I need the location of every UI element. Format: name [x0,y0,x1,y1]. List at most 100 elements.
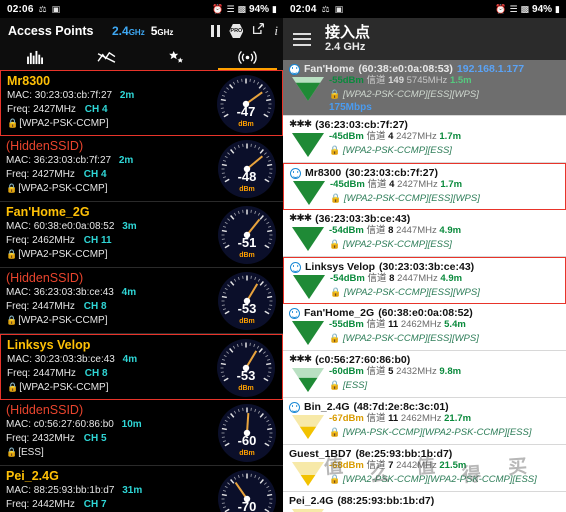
access-point-row[interactable]: Mr8300 (30:23:03:cb:7f:27) -45dBm 信道 4 2… [283,163,566,210]
ap-signal-dbm: -68dBm [329,460,364,471]
ap-metrics-line: -68dBm 信道 7 2442MHz 21.5m [329,460,537,473]
ap-header: Bin_2.4G (48:7d:2e:8c:3c:01) [289,400,562,414]
status-right-icons: ⏰ ☰ ▩ 94% ▮ [212,0,277,18]
tab-channel-graph[interactable] [142,44,213,70]
access-point-row[interactable]: ✱✱✱ (c0:56:27:60:86:b0) -60dBm 信道 5 2432… [283,351,566,398]
ap-bssid: (8e:25:93:bb:1b:d7) [355,448,453,460]
tab-access-points[interactable] [212,44,283,70]
access-point-row[interactable]: (HiddenSSID) MAC: 36:23:03:cb:7f:27 2m F… [0,136,283,202]
ap-security: [WPA2-PSK-CCMP] [18,315,108,326]
lock-icon: 🔒 [329,379,341,390]
image-icon: ▣ [51,3,61,14]
ap-channel: 8 [389,273,395,284]
access-point-list[interactable]: Mr8300 MAC: 30:23:03:cb:7f:27 2m Freq: 2… [0,70,283,512]
ap-channel: 4 [388,131,394,142]
ap-frequency: 2447MHz [396,225,437,236]
ap-distance: 10m [121,419,142,430]
access-point-row[interactable]: ✱✱✱ (36:23:03:3b:ce:43) -54dBm 信道 8 2447… [283,210,566,257]
access-point-row[interactable]: Mr8300 MAC: 30:23:03:cb:7f:27 2m Freq: 2… [0,70,283,136]
mac-label: MAC: [7,354,32,365]
access-point-row[interactable]: Fan'Home (60:38:e0:0a:08:53) 192.168.1.1… [283,60,566,116]
band-2-4ghz-button[interactable]: 2.4GHz [112,24,145,38]
ap-security-line: 🔒 [WPA2-PSK-CCMP][ESS] [329,144,461,158]
gauge-unit: dBm [239,252,255,259]
bluetooth-icon: ⚖ [321,3,330,14]
lock-icon: 🔒 [329,332,341,343]
access-point-row[interactable]: Fan'Home_2G MAC: 60:38:e0:0a:08:52 3m Fr… [0,202,283,268]
ap-channel: 11 [388,319,399,330]
access-point-row[interactable]: Bin_2.4G (48:7d:2e:8c:3c:01) -67dBm 信道 1… [283,398,566,445]
ap-mac: 88:25:93:bb:1b:d7 [33,485,115,496]
ap-signal-dbm: -60dBm [329,366,364,377]
page-title: Access Points [8,24,94,38]
mac-label: MAC: [6,221,31,232]
ap-frequency: 2447MHz [32,301,75,312]
signal-gauge: -48 dBm [218,140,276,198]
ap-details: -54dBm 信道 8 2447MHz 4.9m 🔒 [WPA2-PSK-CCM… [330,273,480,299]
ap-distance: 1.7m [439,131,462,142]
access-point-row[interactable]: Fan'Home_2G (60:38:e0:0a:08:52) -55dBm 信… [283,304,566,351]
access-point-row[interactable]: Pei_2.4G MAC: 88:25:93:bb:1b:d7 31m Freq… [0,466,283,512]
stars-icon: ✱✱✱ [289,213,312,224]
left-panel-wifi-analyzer-dark: 02:06 ⚖ ▣ ⏰ ☰ ▩ 94% ▮ Access Points 2.4G… [0,0,283,512]
smiley-icon [290,261,301,273]
tab-channel-rating[interactable] [0,44,71,70]
freq-label: Freq: [6,499,30,510]
ap-security-line: 🔒 [WPA2-PSK-CCMP][ESS][WPS] [330,286,480,300]
status-time: 02:06 [7,3,34,15]
freq-label: Freq: [6,301,30,312]
channel-label: 信道 [366,131,386,142]
ap-metrics-line: -67dBm 信道 11 2462MHz 21.7m [329,413,531,426]
lock-icon: 🔒 [6,183,18,193]
ap-bssid: (60:38:e0:0a:08:52) [378,307,473,319]
ap-header: Fan'Home (60:38:e0:0a:08:53) 192.168.1.1… [289,62,562,76]
ap-mac: c0:56:27:60:86:b0 [33,419,114,430]
ap-bssid: (30:23:03:cb:7f:27) [345,167,438,179]
ap-distance: 4m [122,354,138,365]
access-point-list[interactable]: Fan'Home (60:38:e0:0a:08:53) 192.168.1.1… [283,60,566,512]
gauge-unit: dBm [239,318,255,325]
ap-mac: 60:38:e0:0a:08:52 [33,221,115,232]
ap-metrics-line: -54dBm 信道 8 2447MHz 4.9m [330,273,480,286]
band-selector[interactable]: 2.4GHz 5GHz [112,18,173,44]
access-point-row[interactable]: (HiddenSSID) MAC: c0:56:27:60:86:b0 10m … [0,400,283,466]
signal-cone-icon [291,132,325,158]
access-point-row[interactable]: ✱✱✱ (36:23:03:cb:7f:27) -45dBm 信道 4 2427… [283,116,566,163]
ap-ssid: Bin_2.4G [304,401,350,413]
ap-channel: 11 [388,413,399,424]
right-status-bar: 02:04 ⚖ ▣ ⏰ ☰ ▩ 94% ▮ [283,0,566,18]
signal-gauge: -47 dBm [217,75,275,133]
ap-body: -54dBm 信道 8 2447MHz 4.9m 🔒 [WPA2-PSK-CCM… [289,225,562,252]
ap-capabilities: [ESS] [342,379,368,391]
ap-distance: 31m [122,485,143,496]
ap-capabilities: [WPA2-PSK-CCMP][ESS][WPS] [343,192,480,204]
band-5ghz-button[interactable]: 5GHz [151,24,174,38]
freq-label: Freq: [6,235,30,246]
ap-distance: 4m [121,287,137,298]
access-point-row[interactable]: Guest_1BD7 (8e:25:93:bb:1b:d7) -68dBm 信道… [283,445,566,492]
signal-cone-icon [291,226,325,252]
ap-security: [WPA2-PSK-CCMP] [19,382,109,393]
hamburger-menu-icon[interactable] [293,29,311,49]
ap-signal-dbm: -67dBm [329,413,364,424]
ap-security: [WPA2-PSK-CCMP] [18,249,108,260]
ap-ssid: Fan'Home_2G [304,307,375,319]
ap-ssid: (36:23:03:3b:ce:43) [315,213,411,225]
ap-frequency: 2427MHz [396,131,437,142]
access-point-row[interactable]: Linksys Velop (30:23:03:3b:ce:43) -54dBm… [283,257,566,304]
access-point-row[interactable]: Linksys Velop MAC: 30:23:03:3b:ce:43 4m … [0,334,283,400]
ap-channel: CH 11 [83,235,112,246]
share-icon[interactable] [252,22,265,40]
ap-frequency: 2442MHz [32,499,75,510]
pause-icon[interactable] [210,25,221,37]
access-point-row[interactable]: Pei_2.4G (88:25:93:bb:1b:d7) [283,492,566,512]
pro-badge-icon[interactable]: PRO [229,24,244,38]
ap-security-line: 🔒 [WPA2-PSK-CCMP][WPA2-PSK-CCMP][ESS] [329,473,537,487]
info-icon[interactable]: i [274,23,278,39]
access-point-row[interactable]: (HiddenSSID) MAC: 36:23:03:3b:ce:43 4m F… [0,268,283,334]
ap-frequency: 2432MHz [32,433,75,444]
lock-icon: 🔒 [330,192,342,203]
gauge-unit: dBm [238,121,254,128]
ap-frequency: 2427MHz [33,104,76,115]
tab-time-graph[interactable] [71,44,142,70]
